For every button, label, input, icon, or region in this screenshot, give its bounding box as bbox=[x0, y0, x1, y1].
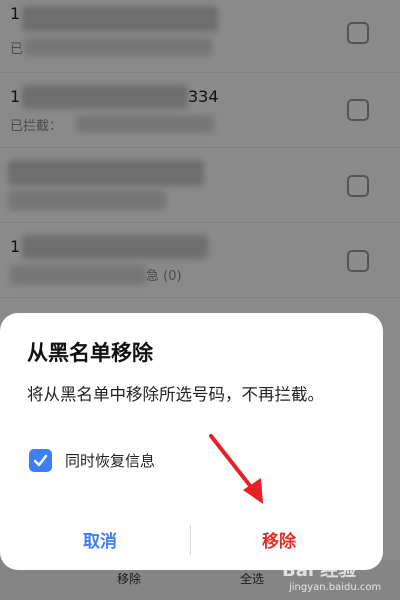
checkmark-icon bbox=[33, 454, 48, 467]
annotation-arrow-icon bbox=[209, 434, 263, 504]
button-divider bbox=[190, 525, 191, 555]
dialog-message: 将从黑名单中移除所选号码，不再拦截。 bbox=[27, 385, 324, 404]
cancel-button[interactable]: 取消 bbox=[83, 527, 117, 552]
restore-messages-label: 同时恢复信息 bbox=[65, 452, 156, 470]
dialog-title: 从黑名单移除 bbox=[27, 341, 153, 365]
watermark-url: jingyan.baidu.com bbox=[289, 582, 382, 593]
remove-from-blocklist-dialog: 从黑名单移除 将从黑名单中移除所选号码，不再拦截。 同时恢复信息 取消 移除 bbox=[0, 313, 383, 570]
baidu-watermark: Bai 经验 bbox=[282, 560, 357, 581]
remove-button[interactable]: 移除 bbox=[262, 527, 296, 552]
restore-messages-checkbox[interactable] bbox=[29, 449, 52, 472]
